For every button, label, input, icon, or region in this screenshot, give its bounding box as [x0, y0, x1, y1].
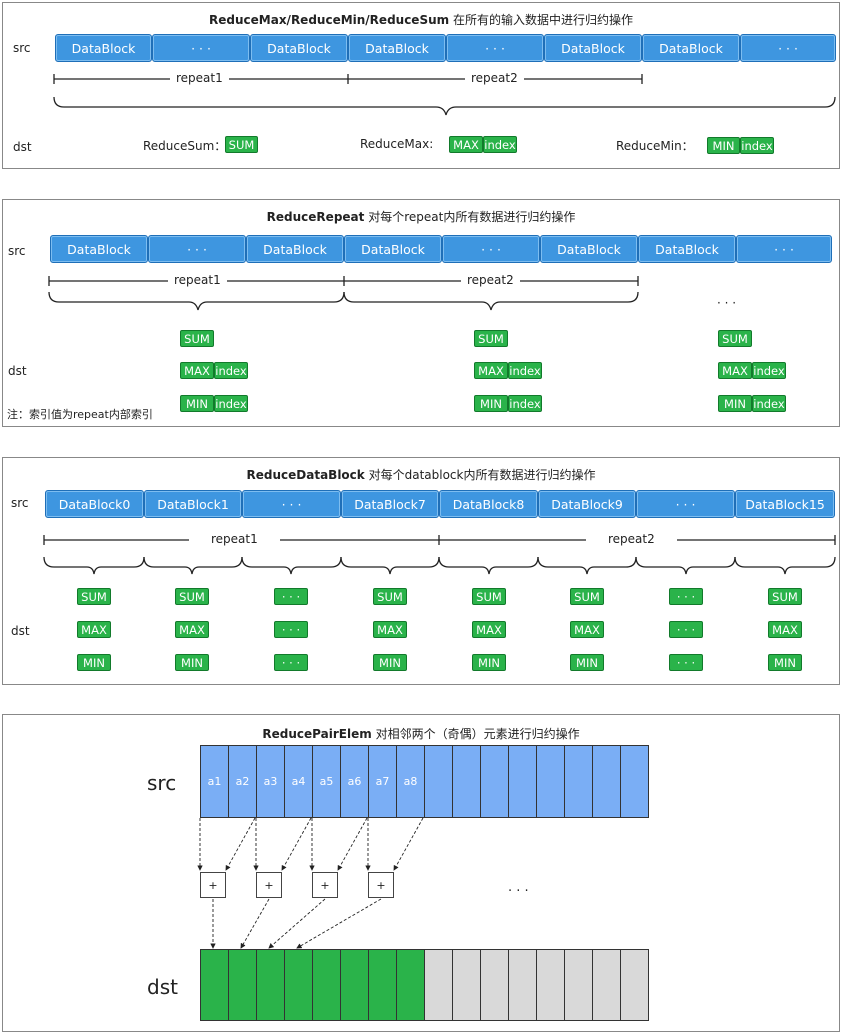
- sum-box: SUM: [718, 330, 752, 347]
- ellipsis-box: · · ·: [274, 588, 308, 605]
- max-box: MAX: [718, 362, 752, 379]
- min-box: MIN: [77, 654, 111, 671]
- max-box: MAX: [373, 621, 407, 638]
- max-box: MAX: [472, 621, 506, 638]
- max-box: MAX: [474, 362, 508, 379]
- panel-reduce-datablock: ReduceDataBlock 对每个datablock内所有数据进行归约操作 …: [2, 457, 840, 685]
- min-box: MIN: [180, 395, 214, 412]
- min-box: MIN: [570, 654, 604, 671]
- index-box: index: [214, 362, 248, 379]
- panel-reduce-repeat: ReduceRepeat 对每个repeat内所有数据进行归约操作 src ds…: [2, 199, 840, 427]
- sum-box: SUM: [373, 588, 407, 605]
- panel2-note: 注：索引值为repeat内部索引: [7, 408, 153, 421]
- sum-box: SUM: [225, 136, 258, 153]
- min-box: MIN: [472, 654, 506, 671]
- pair-arrows: [197, 817, 424, 949]
- panel1-repeat1-label: repeat1: [170, 71, 229, 85]
- min-box: MIN: [768, 654, 802, 671]
- panel3-brackets: [43, 535, 836, 575]
- ellipsis-box: · · ·: [669, 621, 703, 638]
- panel2-repeat2-label: repeat2: [461, 273, 520, 287]
- panel2-ellipsis: · · ·: [717, 296, 737, 310]
- panel1-repeat2-label: repeat2: [465, 71, 524, 85]
- max-box: MAX: [449, 136, 483, 153]
- sum-box: SUM: [175, 588, 209, 605]
- panel3-repeat2-label: repeat2: [586, 532, 677, 546]
- panel-reduce-pair-elem: ReducePairElem 对相邻两个（奇偶）元素进行归约操作 src dst…: [2, 714, 840, 1032]
- min-box: MIN: [373, 654, 407, 671]
- panel2-brackets: [48, 276, 639, 311]
- min-box: MIN: [707, 137, 740, 154]
- index-box: index: [740, 137, 774, 154]
- max-box: MAX: [175, 621, 209, 638]
- max-box: MAX: [768, 621, 802, 638]
- sum-box: SUM: [474, 330, 508, 347]
- index-box: index: [752, 395, 786, 412]
- min-box: MIN: [718, 395, 752, 412]
- sum-box: SUM: [768, 588, 802, 605]
- ellipsis-box: · · ·: [274, 654, 308, 671]
- reduce-sum-label: ReduceSum：: [143, 139, 227, 153]
- panel3-repeat1-label: repeat1: [189, 532, 280, 546]
- max-box: MAX: [77, 621, 111, 638]
- panel-reduce-all: ReduceMax/ReduceMin/ReduceSum 在所有的输入数据中进…: [2, 2, 840, 169]
- max-box: MAX: [570, 621, 604, 638]
- min-box: MIN: [175, 654, 209, 671]
- index-box: index: [214, 395, 248, 412]
- index-box: index: [508, 395, 542, 412]
- max-box: MAX: [180, 362, 214, 379]
- ellipsis-box: · · ·: [669, 588, 703, 605]
- sum-box: SUM: [472, 588, 506, 605]
- min-box: MIN: [474, 395, 508, 412]
- index-box: index: [483, 136, 517, 153]
- sum-box: SUM: [180, 330, 214, 347]
- sum-box: SUM: [77, 588, 111, 605]
- ellipsis-box: · · ·: [274, 621, 308, 638]
- ellipsis-box: · · ·: [669, 654, 703, 671]
- index-box: index: [752, 362, 786, 379]
- panel2-repeat1-label: repeat1: [168, 273, 227, 287]
- reduce-max-label: ReduceMax:: [360, 137, 434, 151]
- index-box: index: [508, 362, 542, 379]
- reduce-min-label: ReduceMin：: [616, 139, 694, 153]
- sum-box: SUM: [570, 588, 604, 605]
